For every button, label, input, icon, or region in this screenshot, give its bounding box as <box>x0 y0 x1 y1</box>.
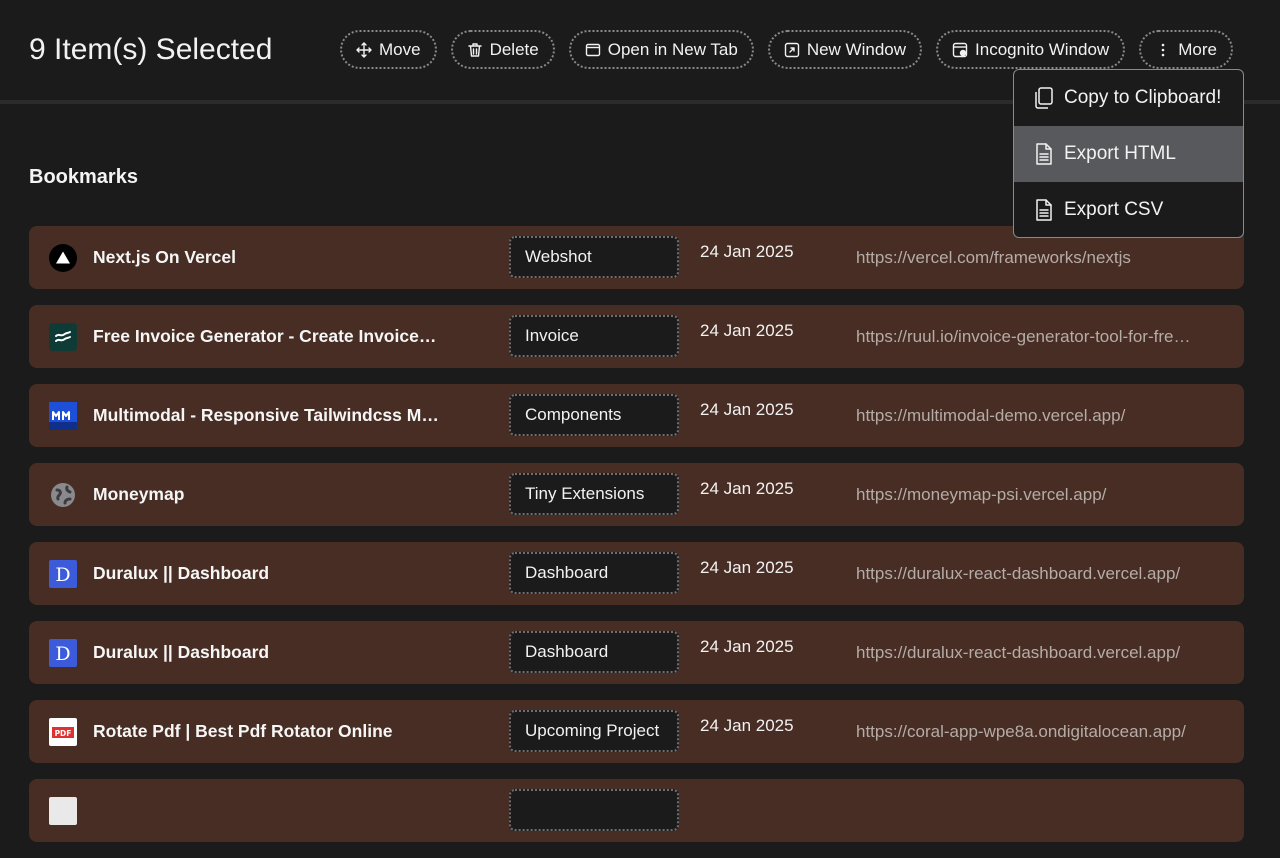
bookmark-date: 24 Jan 2025 <box>700 321 794 340</box>
svg-text:D: D <box>55 643 70 665</box>
section-title: Bookmarks <box>29 166 138 188</box>
globe-icon <box>49 481 77 509</box>
bookmark-title[interactable]: Duralux || Dashboard <box>93 542 443 605</box>
export-csv-menu-item[interactable]: Export CSV <box>1014 182 1243 237</box>
duralux-icon: D <box>49 560 77 588</box>
table-row[interactable]: Multimodal - Responsive Tailwindcss Moda… <box>29 384 1244 447</box>
bookmark-title[interactable] <box>93 779 443 842</box>
copy-icon <box>1035 87 1053 109</box>
bookmark-tag[interactable]: Tiny Extensions <box>509 473 679 515</box>
bookmark-url[interactable]: https://duralux-react-dashboard.vercel.a… <box>856 621 1191 684</box>
move-icon <box>356 41 372 58</box>
bookmark-tag[interactable]: Dashboard <box>509 631 679 673</box>
more-vertical-icon <box>1161 43 1165 56</box>
bookmark-list: Next.js On Vercel Webshot 24 Jan 2025 ht… <box>29 226 1244 858</box>
multimodal-icon <box>49 402 77 430</box>
bookmark-url[interactable]: https://moneymap-psi.vercel.app/ <box>856 463 1191 526</box>
bookmark-tag[interactable]: Invoice <box>509 315 679 357</box>
delete-label: Delete <box>489 39 539 59</box>
incognito-window-button[interactable]: Incognito Window <box>936 30 1126 69</box>
bookmark-url[interactable] <box>856 779 1191 842</box>
bookmark-url[interactable]: https://coral-app-wpe8a.ondigitalocean.a… <box>856 700 1191 763</box>
bookmark-title[interactable]: Moneymap <box>93 463 443 526</box>
table-row[interactable]: Free Invoice Generator - Create Invoices… <box>29 305 1244 368</box>
copy-to-clipboard-label: Copy to Clipboard! <box>1064 87 1222 108</box>
tab-icon <box>585 43 600 56</box>
duralux-icon: D <box>49 639 77 667</box>
bookmark-url[interactable]: https://multimodal-demo.vercel.app/ <box>856 384 1191 447</box>
new-window-icon <box>784 42 800 57</box>
bookmark-date: 24 Jan 2025 <box>700 716 794 735</box>
file-icon <box>1036 143 1052 165</box>
more-dropdown-menu: Copy to Clipboard! Export HTML Export CS… <box>1013 69 1244 238</box>
bookmark-title[interactable]: Free Invoice Generator - Create Invoices… <box>93 305 443 368</box>
blank-icon <box>49 797 77 825</box>
bookmark-date: 24 Jan 2025 <box>700 479 794 498</box>
delete-button[interactable]: Delete <box>450 30 555 69</box>
bookmark-title[interactable]: Next.js On Vercel <box>93 226 443 289</box>
bookmark-tag[interactable]: Components <box>509 394 679 436</box>
more-button[interactable]: More <box>1139 30 1233 69</box>
open-in-new-tab-label: Open in New Tab <box>607 39 738 59</box>
more-label: More <box>1178 39 1217 59</box>
file-icon <box>1036 199 1052 221</box>
bookmark-date: 24 Jan 2025 <box>700 558 794 577</box>
ruul-icon <box>49 323 77 351</box>
export-csv-label: Export CSV <box>1064 199 1164 220</box>
export-html-menu-item[interactable]: Export HTML <box>1014 126 1243 182</box>
bookmark-tag[interactable]: Webshot <box>509 236 679 278</box>
bookmark-url[interactable]: https://duralux-react-dashboard.vercel.a… <box>856 542 1191 605</box>
table-row[interactable]: D Duralux || Dashboard Dashboard 24 Jan … <box>29 542 1244 605</box>
bookmark-tag[interactable]: Upcoming Project <box>509 710 679 752</box>
move-label: Move <box>379 39 421 59</box>
copy-to-clipboard-menu-item[interactable]: Copy to Clipboard! <box>1014 70 1243 126</box>
trash-icon <box>467 42 482 57</box>
bookmark-date: 24 Jan 2025 <box>700 400 794 419</box>
table-row[interactable]: Moneymap Tiny Extensions 24 Jan 2025 htt… <box>29 463 1244 526</box>
table-row[interactable] <box>29 779 1244 842</box>
bookmark-title[interactable]: Duralux || Dashboard <box>93 621 443 684</box>
selected-count: 9 Item(s) Selected <box>29 33 273 66</box>
vercel-icon <box>49 244 77 272</box>
table-row[interactable]: PDF Rotate Pdf | Best Pdf Rotator Online… <box>29 700 1244 763</box>
new-window-label: New Window <box>806 39 907 59</box>
bookmark-title[interactable]: Rotate Pdf | Best Pdf Rotator Online <box>93 700 443 763</box>
svg-text:D: D <box>55 564 70 586</box>
bookmark-date: 24 Jan 2025 <box>700 637 794 656</box>
incognito-icon <box>952 42 968 57</box>
bookmark-url[interactable]: https://ruul.io/invoice-generator-tool-f… <box>856 305 1191 368</box>
open-in-new-tab-button[interactable]: Open in New Tab <box>568 30 754 69</box>
pdf-icon: PDF <box>49 718 77 746</box>
new-window-button[interactable]: New Window <box>767 30 923 69</box>
move-button[interactable]: Move <box>340 30 437 69</box>
export-html-label: Export HTML <box>1064 143 1176 164</box>
bookmark-date: 24 Jan 2025 <box>700 242 794 261</box>
action-buttons: Move Delete Open in New Tab New Window I… <box>340 30 1233 69</box>
bookmark-tag[interactable]: Dashboard <box>509 552 679 594</box>
bookmark-tag[interactable] <box>509 789 679 831</box>
incognito-window-label: Incognito Window <box>975 39 1110 59</box>
bookmark-title[interactable]: Multimodal - Responsive Tailwindcss Moda… <box>93 384 443 447</box>
table-row[interactable]: D Duralux || Dashboard Dashboard 24 Jan … <box>29 621 1244 684</box>
svg-text:PDF: PDF <box>55 729 72 738</box>
